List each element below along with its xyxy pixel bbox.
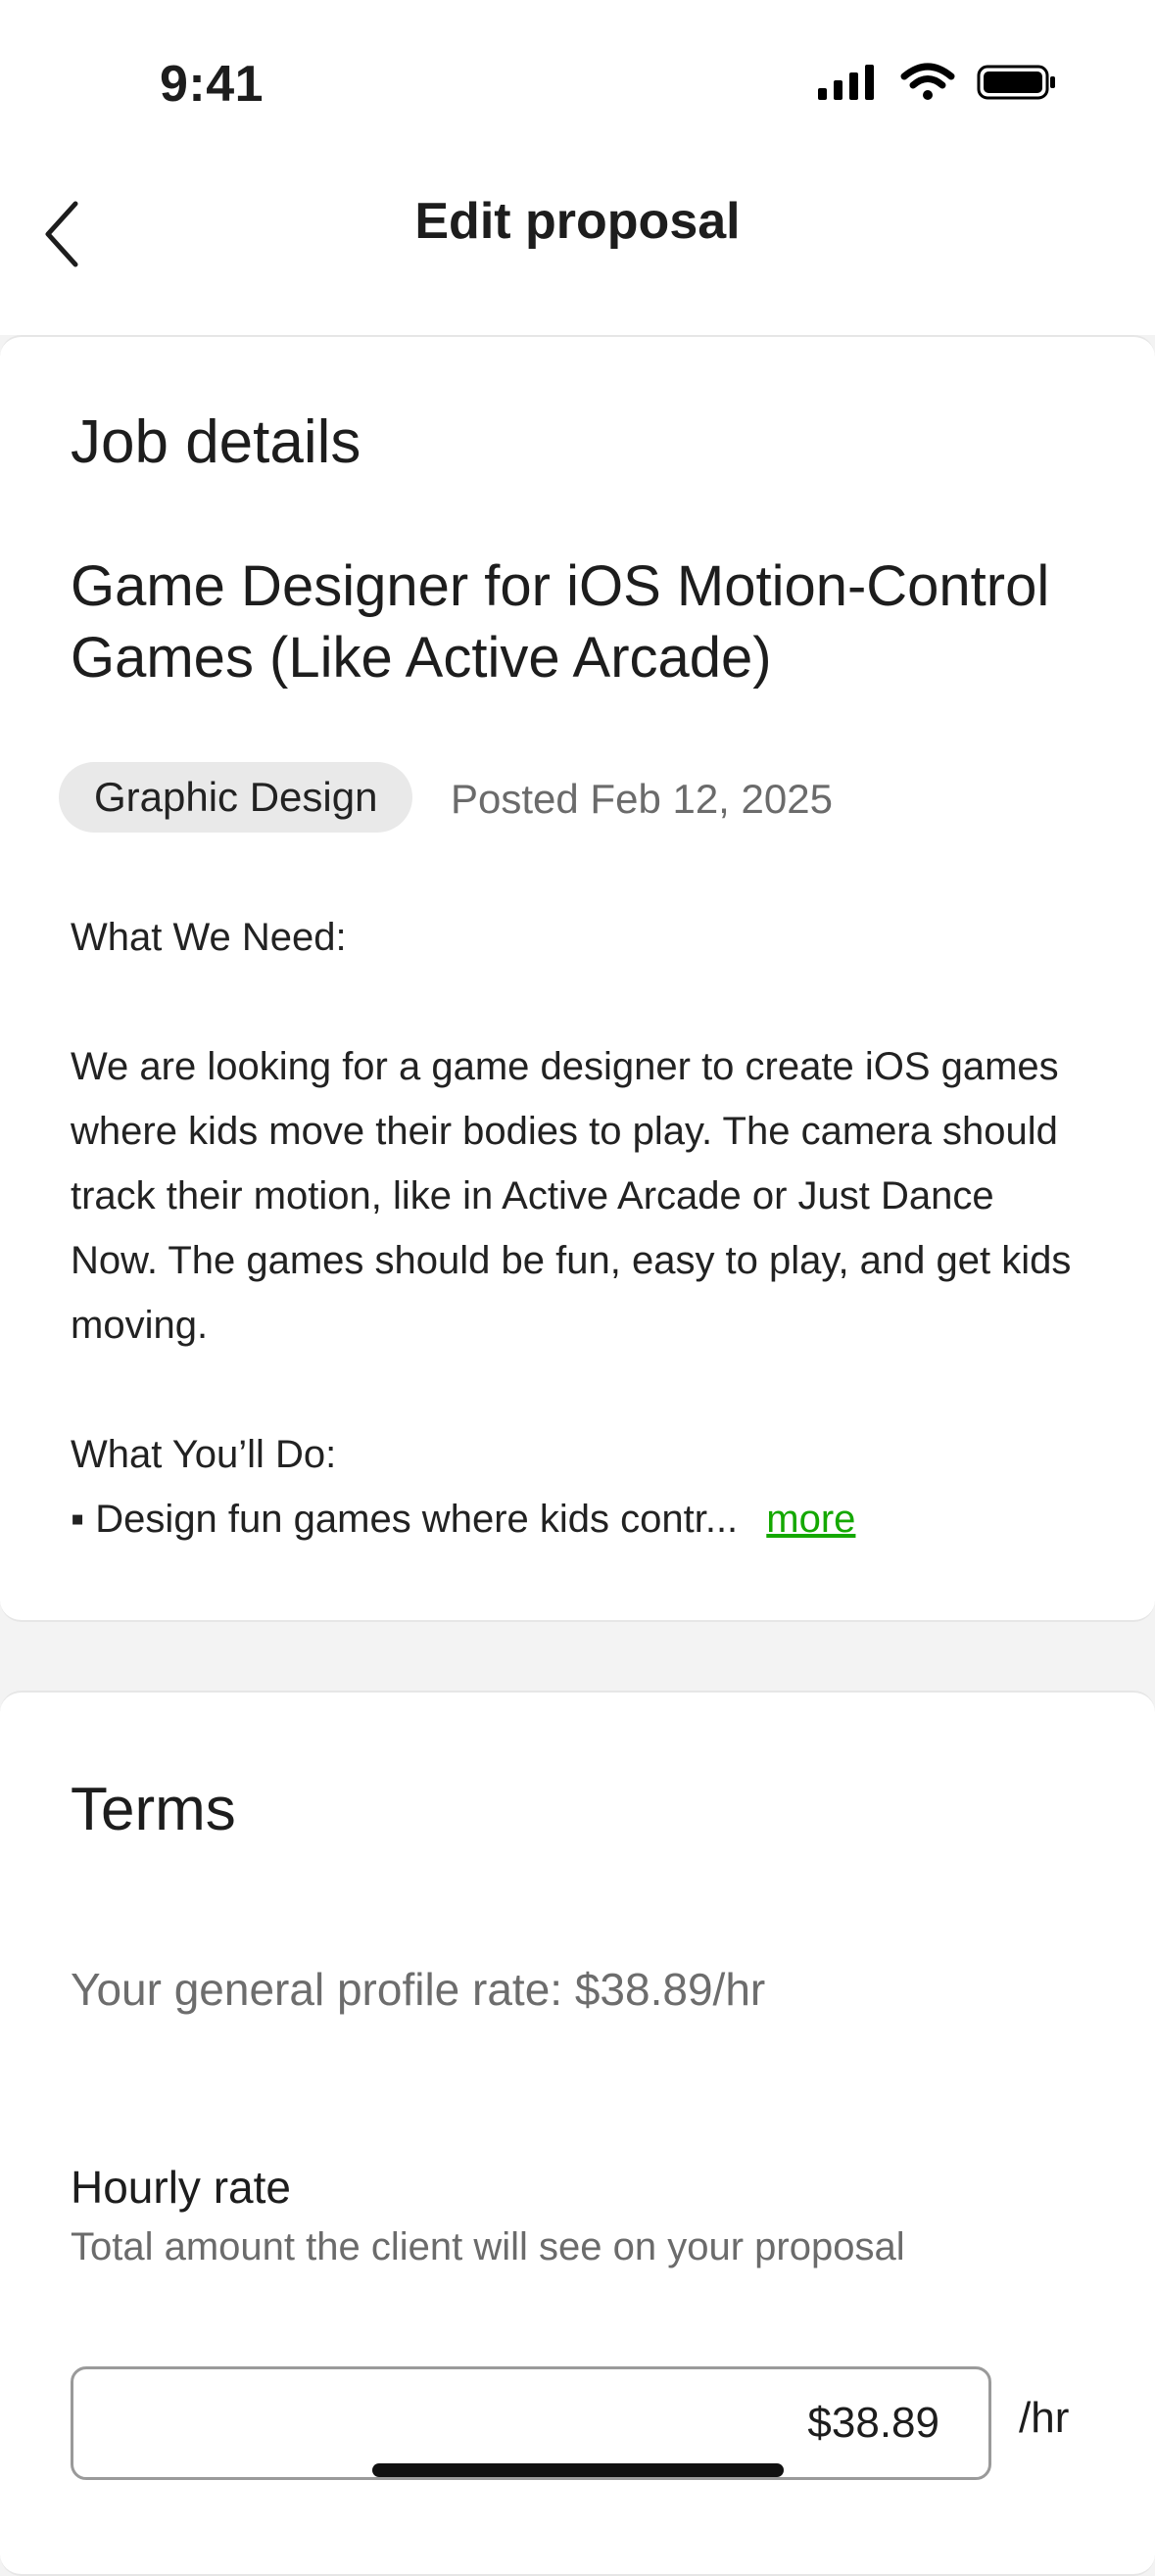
category-chip: Graphic Design bbox=[59, 762, 413, 833]
job-details-card: Job details Game Designer for iOS Motion… bbox=[0, 335, 1155, 1622]
profile-rate-text: Your general profile rate: $38.89/hr bbox=[71, 1964, 766, 2015]
status-icons bbox=[816, 63, 1057, 102]
more-link[interactable]: more bbox=[766, 1498, 855, 1541]
battery-icon bbox=[977, 65, 1055, 100]
need-heading: What We Need: bbox=[71, 916, 347, 959]
need-text: We are looking for a game designer to cr… bbox=[71, 1045, 1072, 1347]
do-first-item: ▪ Design fun games where kids contr... m… bbox=[71, 1487, 1089, 1551]
do-first-item-text: ▪ Design fun games where kids contr... bbox=[71, 1498, 739, 1541]
page-title: Edit proposal bbox=[414, 193, 741, 250]
posted-date: Posted Feb 12, 2025 bbox=[451, 776, 833, 822]
status-bar: 9:41 bbox=[0, 0, 1155, 157]
wifi-icon bbox=[900, 63, 955, 100]
terms-card: Terms Your general profile rate: $38.89/… bbox=[0, 1691, 1155, 2576]
job-details-heading: Job details bbox=[71, 408, 361, 476]
hourly-rate-label: Hourly rate bbox=[71, 2162, 291, 2213]
signal-icon bbox=[818, 65, 874, 100]
do-heading: What You’ll Do: bbox=[71, 1433, 337, 1476]
nav-bar: Edit proposal bbox=[0, 157, 1155, 335]
hourly-rate-unit: /hr bbox=[1019, 2394, 1070, 2442]
job-title: Game Designer for iOS Motion-Control Gam… bbox=[71, 554, 1050, 690]
terms-heading: Terms bbox=[71, 1776, 236, 1843]
status-time: 9:41 bbox=[160, 56, 265, 113]
job-description: What We Need: We are looking for a game … bbox=[71, 905, 1089, 1551]
hourly-rate-hint: Total amount the client will see on your… bbox=[71, 2225, 905, 2268]
home-indicator bbox=[372, 2463, 784, 2477]
